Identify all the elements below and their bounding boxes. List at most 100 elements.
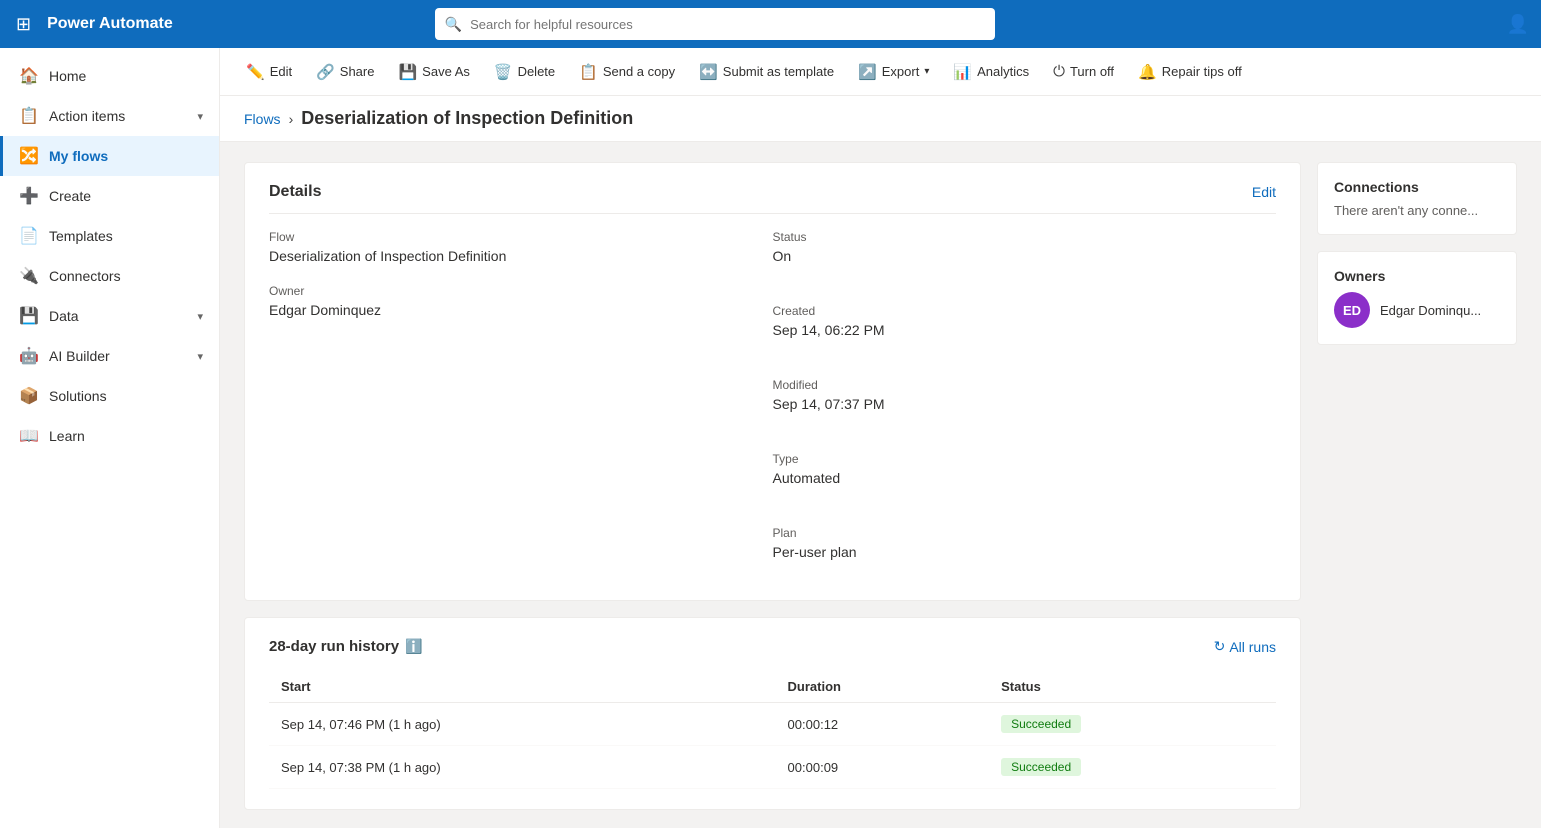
detail-plan: Plan Per-user plan <box>773 526 1277 560</box>
send-copy-button[interactable]: 📋 Send a copy <box>569 57 685 87</box>
turn-off-icon: ⏻ <box>1053 63 1065 80</box>
delete-button[interactable]: 🗑️ Delete <box>484 57 565 87</box>
search-input[interactable] <box>470 17 985 32</box>
action-items-icon: 📋 <box>19 106 39 126</box>
save-as-button[interactable]: 💾 Save As <box>388 57 479 87</box>
detail-status: Status On <box>773 230 1277 264</box>
repair-tips-icon: 🔔 <box>1138 63 1157 81</box>
sidebar-label-data: Data <box>49 308 79 324</box>
run-history-header: 28-day run history ℹ️ ↻ All runs <box>269 638 1276 655</box>
sidebar-item-data[interactable]: 💾 Data ▾ <box>0 296 219 336</box>
avatar: ED <box>1334 292 1370 328</box>
detail-flow-label: Flow <box>269 230 773 244</box>
sidebar-item-create[interactable]: ➕ Create <box>0 176 219 216</box>
create-icon: ➕ <box>19 186 39 206</box>
turn-off-button[interactable]: ⏻ Turn off <box>1043 57 1124 86</box>
main-layout: 🏠 Home 📋 Action items ▾ 🔀 My flows ➕ Cre… <box>0 48 1541 828</box>
col-start: Start <box>269 671 776 703</box>
data-icon: 💾 <box>19 306 39 326</box>
chevron-down-icon: ▾ <box>197 110 203 123</box>
detail-modified-value: Sep 14, 07:37 PM <box>773 396 1277 412</box>
run-status: Succeeded <box>989 703 1276 746</box>
sidebar-item-ai-builder[interactable]: 🤖 AI Builder ▾ <box>0 336 219 376</box>
info-icon: ℹ️ <box>405 638 422 655</box>
table-row[interactable]: Sep 14, 07:46 PM (1 h ago) 00:00:12 Succ… <box>269 703 1276 746</box>
learn-icon: 📖 <box>19 426 39 446</box>
run-duration: 00:00:09 <box>776 746 990 789</box>
details-grid: Flow Deserialization of Inspection Defin… <box>269 230 1276 580</box>
detail-owner-value: Edgar Dominquez <box>269 302 773 318</box>
detail-plan-label: Plan <box>773 526 1277 540</box>
all-runs-link[interactable]: ↻ All runs <box>1214 638 1276 655</box>
sidebar-item-home[interactable]: 🏠 Home <box>0 56 219 96</box>
repair-tips-button[interactable]: 🔔 Repair tips off <box>1128 57 1252 87</box>
sidebar-label-solutions: Solutions <box>49 388 107 404</box>
analytics-button[interactable]: 📊 Analytics <box>943 57 1039 87</box>
app-title: Power Automate <box>47 15 173 33</box>
sidebar-item-templates[interactable]: 📄 Templates <box>0 216 219 256</box>
sidebar-label-connectors: Connectors <box>49 268 121 284</box>
page-title: Deserialization of Inspection Definition <box>301 108 633 129</box>
col-duration: Duration <box>776 671 990 703</box>
sidebar-label-learn: Learn <box>49 428 85 444</box>
detail-type-label: Type <box>773 452 1277 466</box>
export-button[interactable]: ↗️ Export ▾ <box>848 57 939 87</box>
owner-name: Edgar Dominqu... <box>1380 303 1481 318</box>
details-title: Details <box>269 183 321 201</box>
detail-status-value: On <box>773 248 1277 264</box>
run-start: Sep 14, 07:46 PM (1 h ago) <box>269 703 776 746</box>
chevron-down-icon: ▾ <box>197 350 203 363</box>
detail-type: Type Automated <box>773 452 1277 486</box>
toolbar: ✏️ Edit 🔗 Share 💾 Save As 🗑️ Delete 📋 Se… <box>220 48 1541 96</box>
share-button[interactable]: 🔗 Share <box>306 57 384 87</box>
detail-created-label: Created <box>773 304 1277 318</box>
connections-title: Connections <box>1334 179 1500 195</box>
waffle-icon[interactable]: ⊞ <box>12 10 35 39</box>
detail-created: Created Sep 14, 06:22 PM <box>773 304 1277 338</box>
details-left: Flow Deserialization of Inspection Defin… <box>269 230 773 580</box>
breadcrumb: Flows › Deserialization of Inspection De… <box>220 96 1541 142</box>
solutions-icon: 📦 <box>19 386 39 406</box>
delete-icon: 🗑️ <box>494 63 513 81</box>
run-history-card: 28-day run history ℹ️ ↻ All runs Start D… <box>244 617 1301 810</box>
details-card-header: Details Edit <box>269 183 1276 214</box>
detail-flow: Flow Deserialization of Inspection Defin… <box>269 230 773 264</box>
left-column: Details Edit Flow Deserialization of Ins… <box>244 162 1301 808</box>
submit-template-button[interactable]: ↔️ Submit as template <box>689 57 844 87</box>
col-status: Status <box>989 671 1276 703</box>
connectors-icon: 🔌 <box>19 266 39 286</box>
sidebar-item-learn[interactable]: 📖 Learn <box>0 416 219 456</box>
right-column: Connections There aren't any conne... Ow… <box>1317 162 1517 808</box>
sidebar-label-my-flows: My flows <box>49 148 108 164</box>
search-bar[interactable]: 🔍 <box>435 8 995 40</box>
details-right: Status On Created Sep 14, 06:22 PM Modif… <box>773 230 1277 580</box>
detail-modified-label: Modified <box>773 378 1277 392</box>
save-as-icon: 💾 <box>398 63 417 81</box>
owners-panel: Owners ED Edgar Dominqu... <box>1317 251 1517 345</box>
analytics-icon: 📊 <box>953 63 972 81</box>
connections-panel: Connections There aren't any conne... <box>1317 162 1517 235</box>
sidebar-label-ai-builder: AI Builder <box>49 348 110 364</box>
table-row[interactable]: Sep 14, 07:38 PM (1 h ago) 00:00:09 Succ… <box>269 746 1276 789</box>
sidebar-item-action-items[interactable]: 📋 Action items ▾ <box>0 96 219 136</box>
status-badge: Succeeded <box>1001 715 1081 733</box>
sidebar-item-connectors[interactable]: 🔌 Connectors <box>0 256 219 296</box>
sidebar-label-home: Home <box>49 68 86 84</box>
edit-icon: ✏️ <box>246 63 265 81</box>
owner-item: ED Edgar Dominqu... <box>1334 292 1500 328</box>
sidebar-item-my-flows[interactable]: 🔀 My flows <box>0 136 219 176</box>
sidebar-label-action-items: Action items <box>49 108 125 124</box>
edit-button[interactable]: ✏️ Edit <box>236 57 302 87</box>
templates-icon: 📄 <box>19 226 39 246</box>
detail-flow-value: Deserialization of Inspection Definition <box>269 248 773 264</box>
details-edit-link[interactable]: Edit <box>1252 184 1276 200</box>
detail-modified: Modified Sep 14, 07:37 PM <box>773 378 1277 412</box>
detail-status-label: Status <box>773 230 1277 244</box>
breadcrumb-flows-link[interactable]: Flows <box>244 111 281 127</box>
owners-list: ED Edgar Dominqu... <box>1334 292 1500 328</box>
submit-template-icon: ↔️ <box>699 63 718 81</box>
topbar: ⊞ Power Automate 🔍 👤 <box>0 0 1541 48</box>
sidebar-item-solutions[interactable]: 📦 Solutions <box>0 376 219 416</box>
content-area: ✏️ Edit 🔗 Share 💾 Save As 🗑️ Delete 📋 Se… <box>220 48 1541 828</box>
user-icon[interactable]: 👤 <box>1507 14 1529 35</box>
